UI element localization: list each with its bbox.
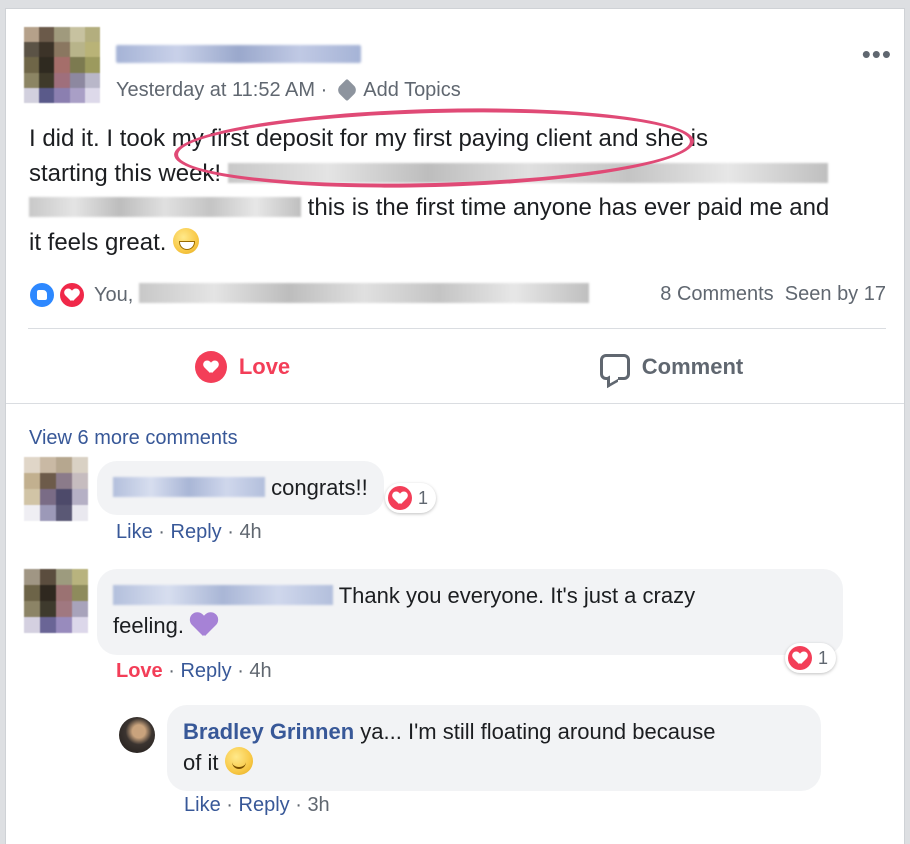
comment-actions: Like · Reply · 4h xyxy=(116,521,262,544)
comment-text-line-1: Thank you everyone. It's just a crazy xyxy=(338,583,696,608)
comment-reaction-count[interactable]: 1 xyxy=(385,483,437,513)
grinning-emoji-icon xyxy=(173,227,200,254)
love-button[interactable]: Love xyxy=(28,339,457,395)
post-text-line-3: this is the first time anyone has ever p… xyxy=(29,191,899,226)
love-reaction-icon xyxy=(388,486,412,510)
reply-author-avatar[interactable] xyxy=(119,717,155,753)
love-reaction-icon[interactable] xyxy=(58,281,86,309)
redacted-names xyxy=(138,283,589,303)
meta-separator: · xyxy=(320,79,328,101)
reactions-summary: You, 8 Comments Seen by 17 xyxy=(28,281,886,311)
comment-actions: Love · Reply · 4h xyxy=(116,660,272,683)
reaction-names[interactable]: You, xyxy=(94,283,589,307)
comment-button[interactable]: Comment xyxy=(457,339,886,395)
divider xyxy=(28,328,886,329)
reply-actions: Like · Reply · 3h xyxy=(184,794,330,817)
purple-heart-emoji-icon xyxy=(190,613,218,637)
dot-separator: · xyxy=(226,794,233,816)
redacted-text xyxy=(29,197,301,217)
comment-reaction-count[interactable]: 1 xyxy=(785,643,837,673)
dot-separator: · xyxy=(158,521,165,543)
commenter-name-redacted[interactable] xyxy=(113,477,265,497)
like-link[interactable]: Like xyxy=(116,521,153,543)
comment-time[interactable]: 4h xyxy=(239,521,261,543)
love-button-label: Love xyxy=(238,354,291,379)
comment-icon xyxy=(599,354,630,380)
comment-button-label: Comment xyxy=(641,354,744,379)
post-timestamp[interactable]: Yesterday at 11:52 AM xyxy=(116,79,315,101)
reaction-count: 1 xyxy=(818,647,829,668)
love-reaction-icon xyxy=(788,646,812,670)
author-avatar[interactable] xyxy=(24,27,100,103)
comment-bubble: congrats!! xyxy=(97,461,384,515)
dot-separator: · xyxy=(237,660,244,682)
post-text-line-4-start: it feels great. xyxy=(29,228,167,256)
reaction-names-you: You, xyxy=(94,284,134,306)
love-icon xyxy=(194,351,227,383)
reaction-count: 1 xyxy=(418,487,429,508)
comment-text-line-2: feeling. xyxy=(113,613,184,638)
reply-bubble: Bradley Grinnen ya... I'm still floating… xyxy=(167,705,821,791)
dot-separator: · xyxy=(295,794,302,816)
reply-time[interactable]: 3h xyxy=(307,794,329,816)
reply-author-name[interactable]: Bradley Grinnen xyxy=(183,719,354,744)
commenter-name-redacted[interactable] xyxy=(113,585,333,605)
comment-bubble: Thank you everyone. It's just a crazy fe… xyxy=(97,569,843,655)
author-name-redacted[interactable] xyxy=(116,45,361,63)
post-card: Yesterday at 11:52 AM · Add Topics ••• I… xyxy=(5,8,905,844)
love-link[interactable]: Love xyxy=(116,660,163,682)
commenter-avatar[interactable] xyxy=(24,457,88,521)
dot-separator: · xyxy=(168,660,175,682)
tag-icon xyxy=(335,78,359,102)
reaction-stats: 8 Comments Seen by 17 xyxy=(660,283,886,306)
reply-text-line-1: ya... I'm still floating around because xyxy=(360,719,716,744)
like-reaction-icon[interactable] xyxy=(28,281,56,309)
reply-link[interactable]: Reply xyxy=(171,521,222,543)
like-link[interactable]: Like xyxy=(184,794,221,816)
comment-time[interactable]: 4h xyxy=(249,660,271,682)
divider xyxy=(6,403,904,404)
comments-count-link[interactable]: 8 Comments xyxy=(660,283,773,305)
more-options-icon[interactable]: ••• xyxy=(862,39,892,70)
add-topics-link[interactable]: Add Topics xyxy=(363,79,460,101)
reply-text-line-2: of it xyxy=(183,750,219,775)
post-actions: Love Comment xyxy=(28,339,886,395)
smile-emoji-icon xyxy=(224,747,253,775)
commenter-avatar[interactable] xyxy=(24,569,88,633)
reply-link[interactable]: Reply xyxy=(180,660,231,682)
post-text-line-4: it feels great. xyxy=(29,226,899,261)
view-more-comments-link[interactable]: View 6 more comments xyxy=(29,427,238,450)
comment-text: congrats!! xyxy=(271,475,368,500)
dot-separator: · xyxy=(227,521,234,543)
post-meta: Yesterday at 11:52 AM · Add Topics xyxy=(116,78,461,102)
reply-link[interactable]: Reply xyxy=(239,794,290,816)
post-text-line-3-end: this is the first time anyone has ever p… xyxy=(307,194,830,221)
seen-by-link[interactable]: Seen by 17 xyxy=(785,283,886,305)
